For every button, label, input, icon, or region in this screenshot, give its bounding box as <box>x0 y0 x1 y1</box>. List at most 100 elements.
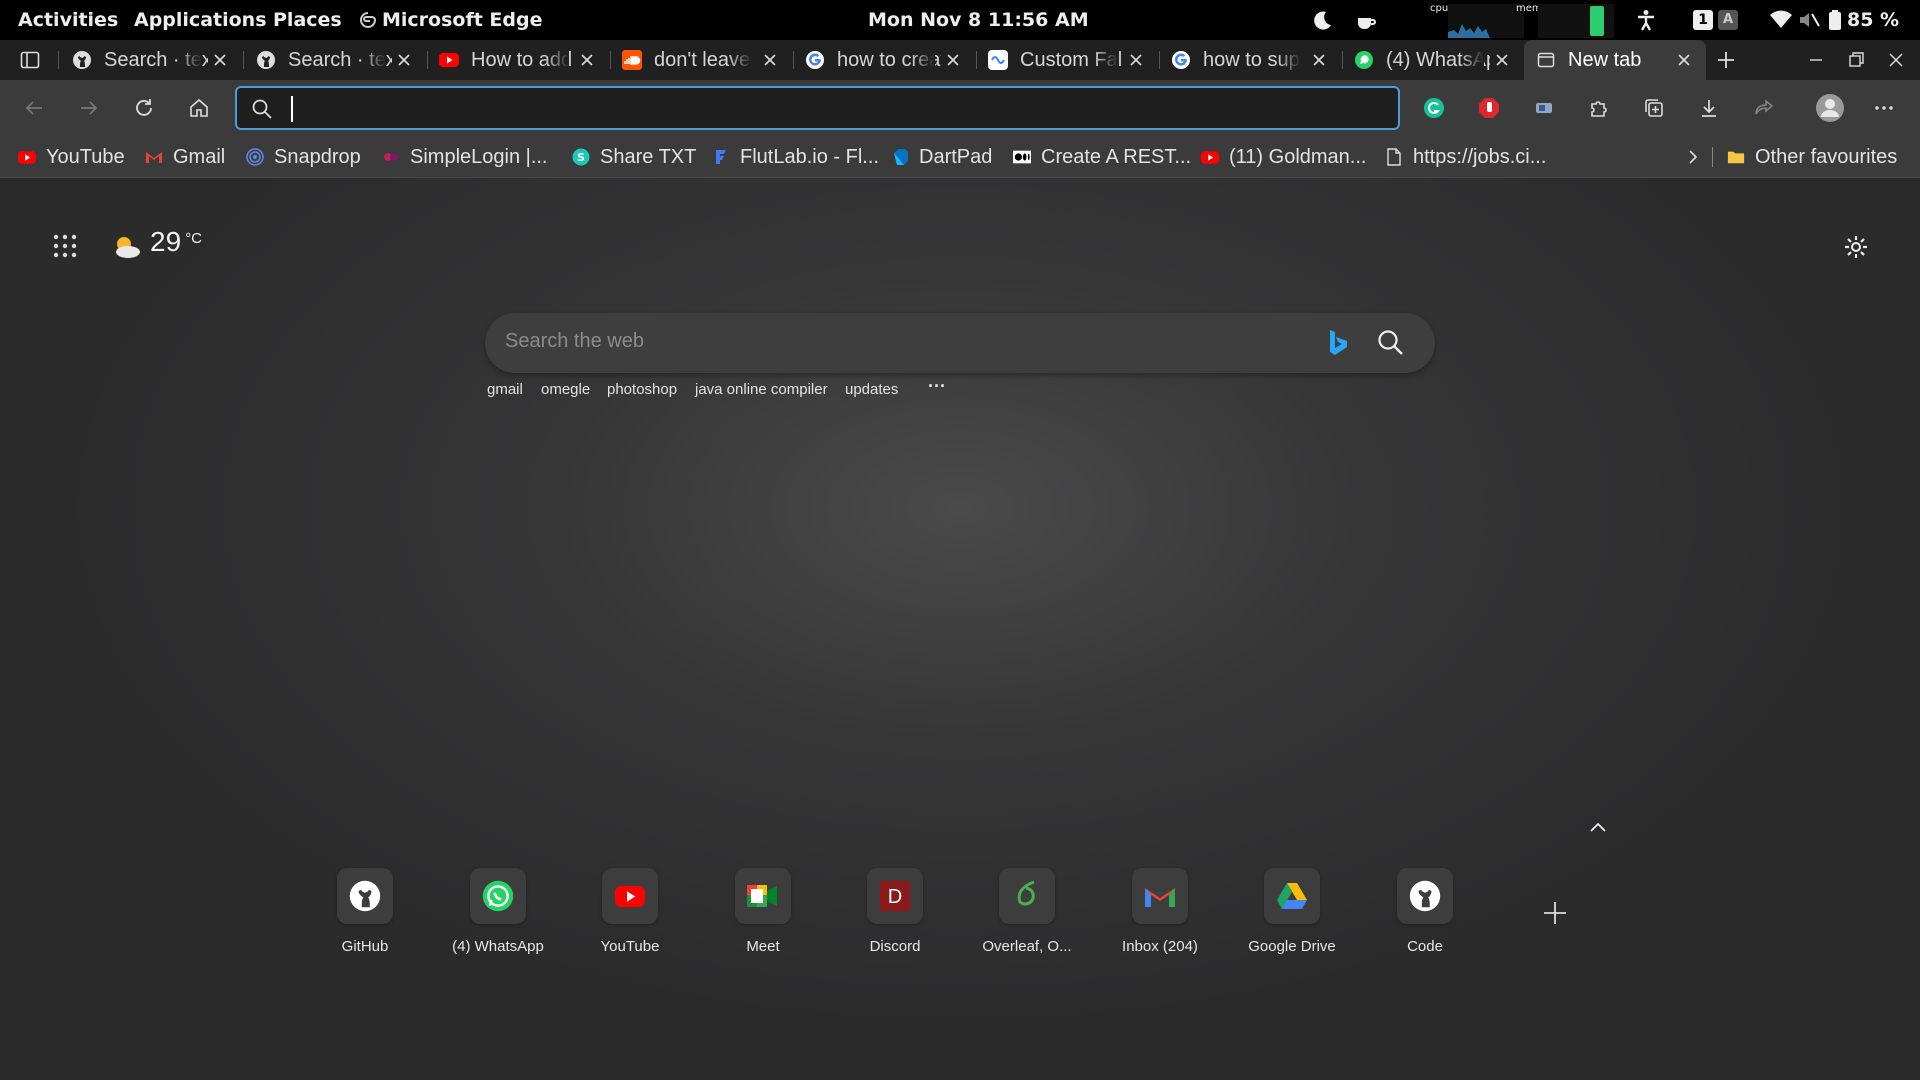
quick-link-tile[interactable]: D Discord <box>840 868 950 968</box>
places-menu[interactable]: Places <box>273 9 342 31</box>
close-icon[interactable] <box>1126 50 1146 70</box>
text-caret <box>291 96 293 122</box>
gmail-icon <box>145 148 163 166</box>
close-icon[interactable] <box>943 50 963 70</box>
close-icon[interactable] <box>577 50 597 70</box>
chevron-right-icon[interactable] <box>1683 147 1703 172</box>
forward-button[interactable] <box>73 92 105 124</box>
quick-link-tile[interactable]: Inbox (204) <box>1105 868 1215 968</box>
favorite-item[interactable]: (11) Goldman... <box>1201 136 1366 178</box>
trending-search-chip[interactable]: updates <box>845 381 898 398</box>
quick-link-label: Google Drive <box>1248 938 1336 955</box>
app-launcher-icon[interactable] <box>53 234 77 263</box>
cpu-graph[interactable] <box>1448 4 1524 38</box>
extensions-icon[interactable] <box>1583 92 1615 124</box>
close-icon[interactable] <box>394 50 414 70</box>
favorite-label: Gmail <box>173 145 226 168</box>
dart-icon <box>891 148 909 166</box>
web-search-box[interactable]: Search the web <box>485 313 1435 373</box>
collections-icon[interactable] <box>1638 92 1670 124</box>
input-method-icon[interactable]: A <box>1718 10 1738 30</box>
address-bar[interactable] <box>235 86 1400 130</box>
app-menu[interactable]: Microsoft Edge <box>360 9 543 31</box>
close-icon[interactable] <box>1674 50 1694 70</box>
applications-menu[interactable]: Applications <box>134 9 267 31</box>
back-button[interactable] <box>18 92 50 124</box>
close-window-button[interactable] <box>1886 50 1906 75</box>
chevron-up-icon[interactable] <box>1587 819 1609 840</box>
grammarly-icon[interactable] <box>1418 92 1450 124</box>
browser-tab[interactable]: Search · text <box>244 40 426 80</box>
close-icon[interactable] <box>1492 50 1512 70</box>
add-quick-link-button[interactable] <box>1542 900 1568 931</box>
favorite-item[interactable]: YouTube <box>18 136 125 178</box>
quick-link-tile[interactable]: Meet <box>708 868 818 968</box>
quick-link-tile[interactable]: Overleaf, O... <box>972 868 1082 968</box>
favorite-item[interactable]: Create A REST... <box>1013 136 1191 178</box>
favorite-item[interactable]: SimpleLogin |... <box>382 136 548 178</box>
battery-icon[interactable] <box>1829 10 1841 35</box>
activities-button[interactable]: Activities <box>18 9 118 31</box>
page-settings-icon[interactable] <box>1843 234 1869 265</box>
night-light-icon[interactable] <box>1310 9 1334 38</box>
search-icon[interactable] <box>1377 329 1405 362</box>
favorite-item[interactable]: Gmail <box>145 136 225 178</box>
google-icon <box>1171 50 1191 70</box>
more-menu-icon[interactable] <box>1868 92 1900 124</box>
accessibility-icon[interactable] <box>1635 9 1657 36</box>
favorite-label: Create A REST... <box>1041 145 1192 168</box>
clock[interactable]: Mon Nov 8 11:56 AM <box>868 9 1089 31</box>
wifi-icon[interactable] <box>1770 10 1792 35</box>
youtube-icon <box>1201 148 1219 166</box>
battery-percentage[interactable]: 85 % <box>1847 9 1899 31</box>
browser-tab[interactable]: Custom Fal <box>976 40 1158 80</box>
browser-tab[interactable]: how to sup <box>1159 40 1341 80</box>
browser-tab[interactable]: (4) WhatsApp <box>1342 40 1524 80</box>
browser-tab[interactable]: don't leave <box>610 40 792 80</box>
close-icon[interactable] <box>760 50 780 70</box>
trending-search-chip[interactable]: photoshop <box>607 381 677 398</box>
quick-link-tile[interactable]: (4) WhatsApp <box>443 868 553 968</box>
trending-search-chip[interactable]: omegle <box>541 381 590 398</box>
extension-icon[interactable] <box>1528 92 1560 124</box>
more-trending-button[interactable]: ··· <box>928 376 946 397</box>
quick-link-tile[interactable]: GitHub <box>310 868 420 968</box>
home-button[interactable] <box>183 92 215 124</box>
keyboard-layout-icon[interactable]: 1 <box>1693 10 1713 30</box>
favorite-item[interactable]: Snapdrop <box>246 136 361 178</box>
browser-tab[interactable]: how to create <box>793 40 975 80</box>
browser-toolbar <box>0 80 1920 136</box>
quick-link-tile[interactable]: Google Drive <box>1237 868 1347 968</box>
adblock-icon[interactable] <box>1473 92 1505 124</box>
favorite-label: Share TXT <box>600 145 697 168</box>
close-icon[interactable] <box>1309 50 1329 70</box>
share-icon[interactable] <box>1748 92 1780 124</box>
browser-tab[interactable]: Search · text <box>60 40 242 80</box>
minimize-button[interactable] <box>1806 50 1826 75</box>
sharetxt-icon: S <box>572 148 590 166</box>
restore-button[interactable] <box>1846 50 1866 75</box>
quick-link-tile[interactable]: Code <box>1370 868 1480 968</box>
browser-tab[interactable]: How to add <box>427 40 609 80</box>
downloads-icon[interactable] <box>1693 92 1725 124</box>
caffeine-icon[interactable] <box>1355 10 1377 37</box>
active-tab[interactable]: New tab <box>1524 40 1706 80</box>
profile-avatar[interactable] <box>1812 90 1848 126</box>
weather-widget[interactable]: 29 °C <box>112 226 202 266</box>
close-icon[interactable] <box>210 50 230 70</box>
refresh-button[interactable] <box>128 92 160 124</box>
trending-search-chip[interactable]: gmail <box>487 381 523 398</box>
quick-link-tile[interactable]: YouTube <box>575 868 685 968</box>
volume-muted-icon[interactable] <box>1798 10 1820 35</box>
favorite-item[interactable]: FlutLab.io - Fl... <box>712 136 879 178</box>
soundcloud-icon <box>622 50 642 70</box>
trending-search-chip[interactable]: java online compiler <box>695 381 828 398</box>
new-tab-button[interactable] <box>1714 48 1738 72</box>
vertical-tabs-icon[interactable] <box>20 50 40 75</box>
other-favorites-folder[interactable]: Other favourites <box>1727 136 1897 178</box>
bing-icon[interactable] <box>1327 328 1349 361</box>
favorite-item[interactable]: S Share TXT <box>572 136 696 178</box>
folder-icon <box>1727 148 1745 166</box>
favorite-item[interactable]: DartPad <box>891 136 992 178</box>
favorite-item[interactable]: https://jobs.ci... <box>1385 136 1546 178</box>
